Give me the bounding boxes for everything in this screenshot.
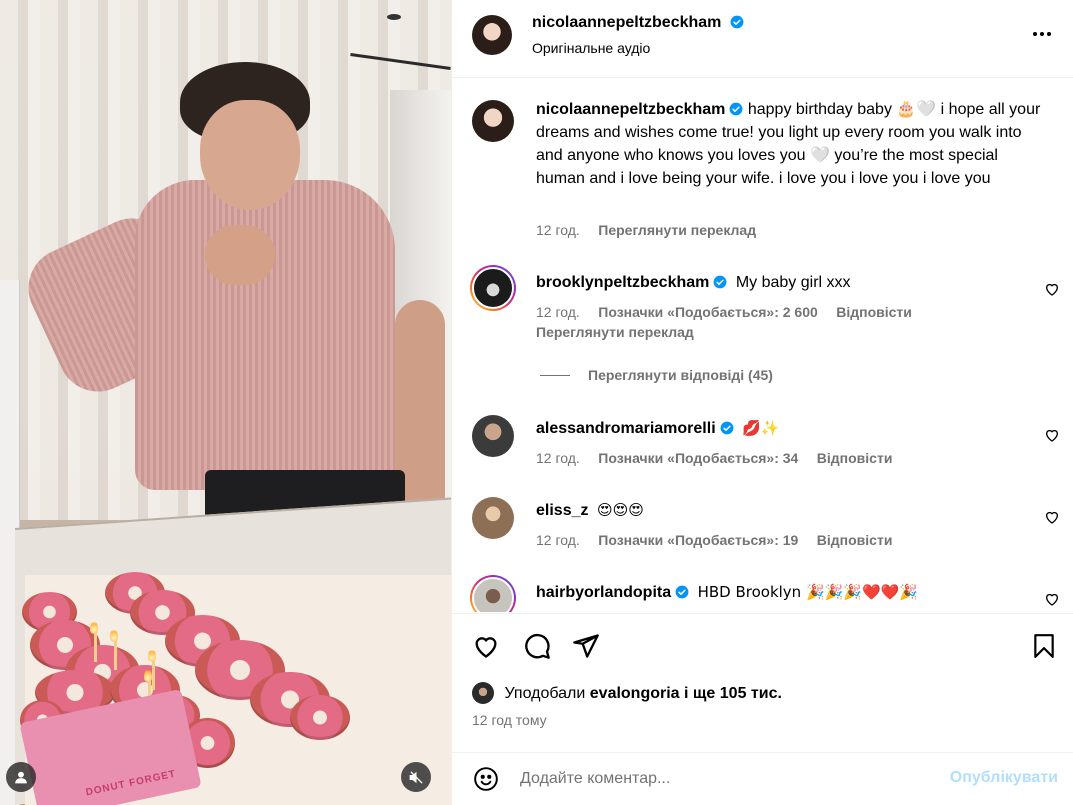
comment-like-heart-icon[interactable] bbox=[1044, 281, 1060, 297]
comment-input[interactable] bbox=[520, 766, 920, 792]
comment-time[interactable]: 12 год. bbox=[536, 304, 580, 320]
commenter-username[interactable]: brooklynpeltzbeckham bbox=[536, 274, 709, 291]
comment-likes-count[interactable]: Позначки «Подобається»: 2 600 bbox=[598, 304, 818, 320]
tagged-users-button[interactable] bbox=[6, 762, 36, 792]
comment-likes-count[interactable]: Позначки «Подобається»: 34 bbox=[598, 450, 798, 466]
reply-button[interactable]: Відповісти bbox=[817, 532, 893, 548]
post-timestamp[interactable]: 12 год тому bbox=[472, 712, 547, 728]
comment-text: 😍😍😍 bbox=[596, 501, 644, 519]
original-audio-link[interactable]: Оригінальне аудіо bbox=[532, 40, 650, 56]
candle-flame bbox=[90, 620, 98, 634]
share-button[interactable] bbox=[570, 630, 602, 662]
comment-time[interactable]: 12 год. bbox=[536, 532, 580, 548]
liked-by-user[interactable]: evalongoria bbox=[590, 685, 680, 702]
commenter-username[interactable]: eliss_z bbox=[536, 502, 588, 519]
commenter-avatar[interactable] bbox=[470, 265, 516, 311]
reply-button[interactable]: Відповісти bbox=[836, 304, 912, 320]
liked-by-suffix[interactable]: і ще 105 тис. bbox=[684, 685, 782, 702]
comments-list[interactable]: nicolaannepeltzbeckham happy birthday ba… bbox=[452, 79, 1073, 612]
comment-icon bbox=[525, 633, 550, 659]
candle bbox=[94, 632, 97, 662]
candle-flame bbox=[110, 628, 118, 642]
more-options-button[interactable] bbox=[1032, 26, 1052, 37]
view-replies-button[interactable]: Переглянути відповіді (45) bbox=[540, 367, 773, 385]
paper-plane-icon bbox=[573, 634, 599, 658]
donut bbox=[290, 695, 350, 740]
view-replies-label: Переглянути відповіді (45) bbox=[588, 367, 773, 383]
candle-flame bbox=[144, 668, 152, 682]
person-shirt bbox=[135, 180, 395, 490]
post-header: nicolaannepeltzbeckham Оригінальне аудіо bbox=[452, 0, 1073, 78]
comment-text: HBD Brooklyn 🎉🎉🎉❤️❤️🎉 bbox=[697, 583, 919, 601]
commenter-avatar[interactable] bbox=[472, 497, 514, 539]
post-details-panel: nicolaannepeltzbeckham Оригінальне аудіо… bbox=[451, 0, 1073, 805]
heart-icon bbox=[475, 637, 497, 658]
speaker-muted-icon bbox=[409, 770, 423, 784]
comment-composer: Опублікувати bbox=[452, 752, 1073, 805]
bookmark-icon bbox=[1034, 634, 1054, 658]
liker-avatar[interactable] bbox=[472, 682, 494, 704]
comment-text: 💋✨ bbox=[742, 419, 780, 437]
publish-comment-button[interactable]: Опублікувати bbox=[950, 769, 1058, 787]
comment-button[interactable] bbox=[521, 630, 553, 662]
comment-text: My baby girl xxx bbox=[735, 274, 851, 291]
author-avatar[interactable] bbox=[472, 15, 512, 55]
save-button[interactable] bbox=[1028, 630, 1060, 662]
verified-badge-icon bbox=[713, 275, 727, 289]
author-avatar[interactable] bbox=[472, 100, 514, 142]
comment-like-heart-icon[interactable] bbox=[1044, 509, 1060, 525]
verified-badge-icon bbox=[730, 15, 744, 29]
ceiling-light bbox=[387, 14, 401, 20]
comment-like-heart-icon[interactable] bbox=[1044, 427, 1060, 443]
commenter-avatar[interactable] bbox=[472, 415, 514, 457]
candle-flame bbox=[148, 648, 156, 662]
liked-by: Уподобали evalongoria і ще 105 тис. bbox=[472, 682, 782, 704]
verified-badge-icon bbox=[720, 421, 734, 435]
caption-username[interactable]: nicolaannepeltzbeckham bbox=[536, 101, 725, 118]
author-username[interactable]: nicolaannepeltzbeckham bbox=[532, 14, 721, 31]
commenter-avatar[interactable] bbox=[470, 575, 516, 612]
caption-translate-link[interactable]: Переглянути переклад bbox=[598, 222, 756, 238]
more-icon bbox=[1033, 32, 1051, 36]
candle bbox=[152, 660, 155, 690]
mute-button[interactable] bbox=[401, 762, 431, 792]
comment-time[interactable]: 12 год. bbox=[536, 450, 580, 466]
reply-button[interactable]: Відповісти bbox=[817, 450, 893, 466]
commenter-username[interactable]: alessandromariamorelli bbox=[536, 420, 716, 437]
liked-by-prefix: Уподобали bbox=[504, 685, 586, 702]
like-button[interactable] bbox=[470, 630, 502, 662]
comment-like-heart-icon[interactable] bbox=[1044, 591, 1060, 607]
commenter-username[interactable]: hairbyorlandopita bbox=[536, 584, 671, 601]
comment-translate-link[interactable]: Переглянути переклад bbox=[536, 324, 1036, 340]
user-icon bbox=[15, 771, 27, 784]
replies-divider bbox=[540, 375, 570, 377]
person-hand-with-donut bbox=[205, 225, 275, 285]
post-media[interactable]: DONUT FORGET bbox=[0, 0, 451, 805]
person-face bbox=[200, 100, 300, 210]
verified-badge-icon bbox=[729, 102, 743, 116]
verified-badge-icon bbox=[675, 585, 689, 599]
comment-likes-count[interactable]: Позначки «Подобається»: 19 bbox=[598, 532, 798, 548]
emoji-button[interactable] bbox=[470, 763, 502, 795]
post-actions: Уподобали evalongoria і ще 105 тис. 12 г… bbox=[452, 613, 1073, 753]
caption-time[interactable]: 12 год. bbox=[536, 222, 580, 238]
candle bbox=[114, 640, 117, 670]
emoji-icon bbox=[474, 767, 498, 791]
